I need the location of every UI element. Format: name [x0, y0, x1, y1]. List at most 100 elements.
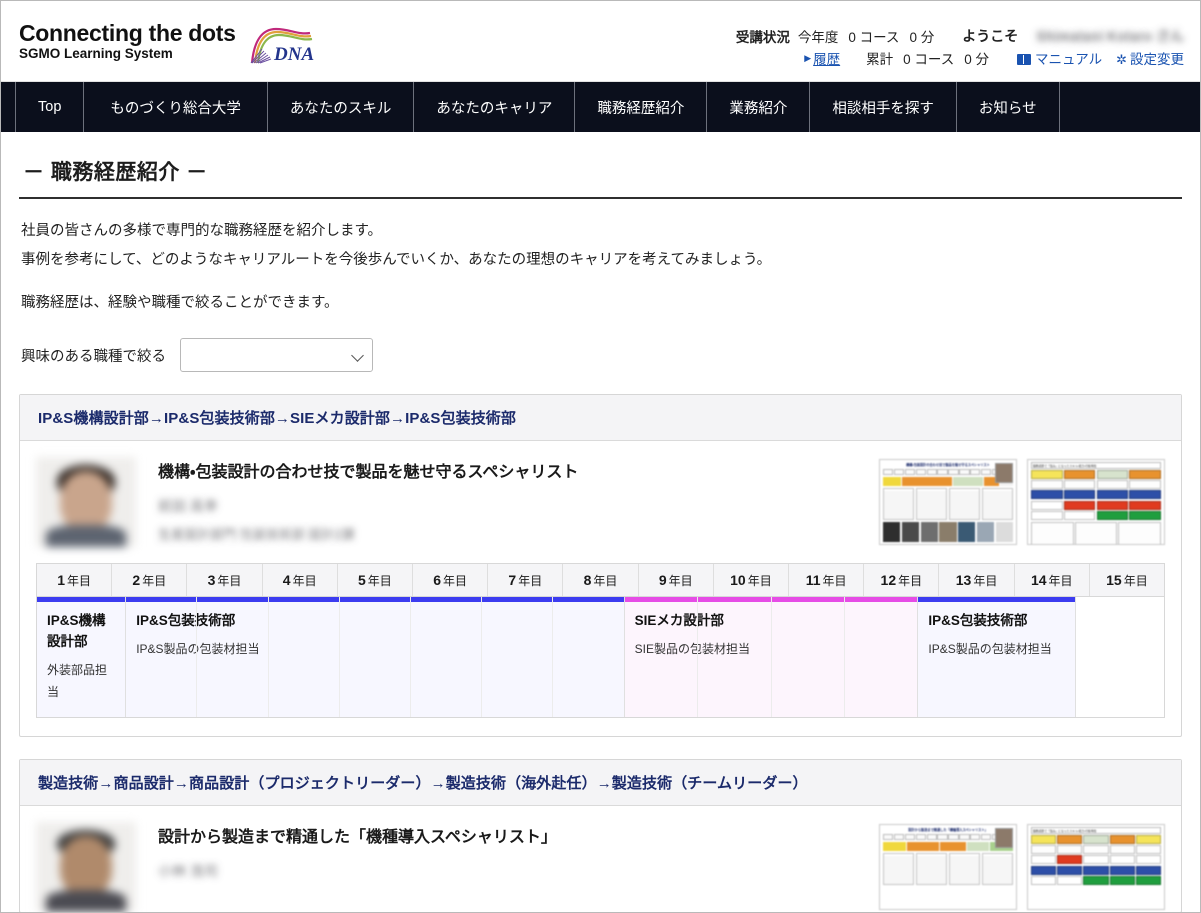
career-card: 製造技術→商品設計→商品設計（プロジェクトリーダー）→製造技術（海外赴任）→製造…	[19, 759, 1182, 912]
skills-sheet-thumbnail[interactable]: 職務経歴で「強み」になったスキル・能力・行動特性	[1027, 459, 1165, 545]
profile-block: 設計から製造まで精通した「機種導入スペシャリスト」 小林 浩司	[136, 822, 879, 881]
thumbnail-matrix-row-3	[1031, 855, 1161, 865]
nav-label: Top	[38, 99, 62, 115]
timeline-segment[interactable]: IP&S包装技術部 IP&S製品の包装材担当	[917, 597, 1075, 717]
thumbnail-matrix-row-5	[1031, 510, 1161, 520]
timeline-segment[interactable]: IP&S包装技術部 IP&S製品の包装材担当	[125, 597, 624, 717]
triangle-right-icon: ▶	[804, 52, 812, 63]
thumbnail-matrix-title: 職務経歴で「強み」になったスキル・能力・行動特性	[1031, 827, 1161, 834]
filter-row: 興味のある職種で絞る	[19, 338, 1182, 372]
brand-logo[interactable]: Connecting the dots SGMO Learning System…	[19, 21, 322, 65]
nav-your-career[interactable]: あなたのキャリア	[413, 82, 574, 132]
segment-title: IP&S包装技術部	[136, 613, 236, 628]
year-number: 10	[730, 572, 746, 588]
career-route-title[interactable]: 製造技術→商品設計→商品設計（プロジェクトリーダー）→製造技術（海外赴任）→製造…	[20, 760, 1181, 806]
timeline-year-cell: 1 年目	[37, 564, 111, 596]
description-line-1: 社員の皆さんの多様で専門的な職務経歴を紹介します。	[21, 223, 383, 239]
thumbnail-bars	[883, 476, 1013, 486]
job-type-filter-select[interactable]	[180, 338, 373, 372]
segment-color-bar	[126, 597, 624, 602]
nav-top[interactable]: Top	[15, 82, 83, 132]
year-unit: 年目	[1123, 574, 1148, 588]
status-year-courses: 0 コース	[848, 30, 900, 45]
segment-title: IP&S機構設計部	[47, 613, 106, 649]
segment-description: IP&S製品の包装材担当	[928, 642, 1052, 656]
thumbnail-text-grid	[883, 487, 1013, 520]
year-unit: 年目	[747, 574, 772, 588]
nav-career-history[interactable]: 職務経歴紹介	[574, 82, 706, 132]
year-unit: 年目	[217, 574, 242, 588]
career-card-body: 設計から製造まで精通した「機種導入スペシャリスト」 小林 浩司 設計から製造まで…	[20, 806, 1181, 912]
year-number: 1	[57, 572, 65, 588]
year-number: 12	[880, 572, 897, 588]
career-card: IP&S機構設計部→IP&S包装技術部→SIEメカ設計部→IP&S包装技術部 機…	[19, 394, 1182, 737]
year-number: 13	[955, 572, 972, 588]
settings-link-wrap[interactable]: ✲ 設定変更	[1116, 48, 1184, 68]
segment-description: SIE製品の包装材担当	[634, 642, 750, 656]
segment-color-bar	[624, 597, 918, 602]
thumbnail-group: 機構・包装設計の合わせ技で製品を魅せ守るスペシャリスト 職務経歴で「強み」になっ…	[879, 457, 1165, 545]
year-number: 6	[433, 572, 441, 588]
avatar-body	[46, 525, 126, 547]
year-unit: 年目	[898, 574, 923, 588]
thumbnail-year-strip	[883, 469, 1014, 475]
avatar-face	[60, 836, 112, 896]
thumbnail-portrait	[995, 828, 1013, 848]
year-unit: 年目	[292, 574, 317, 588]
thumbnail-matrix-row-3	[1031, 490, 1161, 500]
career-card-body: 機構・包装設計の合わせ技で製品を魅せ守るスペシャリスト 前田 高幸 生産設計部門…	[20, 441, 1181, 547]
nav-monozukuri[interactable]: ものづくり総合大学	[83, 82, 267, 132]
year-unit: 年目	[593, 574, 618, 588]
history-link[interactable]: 履歴	[813, 48, 840, 68]
segment-color-bar	[37, 597, 126, 602]
timeline-year-cell: 3 年目	[186, 564, 261, 596]
avatar	[36, 822, 136, 912]
brand-line2: SGMO Learning System	[19, 46, 173, 61]
profile-title: 設計から製造まで精通した「機種導入スペシャリスト」	[158, 829, 557, 846]
year-unit: 年目	[66, 574, 91, 588]
thumbnail-photo-row	[883, 521, 1013, 542]
timeline-year-cell: 4 年目	[261, 564, 337, 596]
career-sheet-thumbnail[interactable]: 設計から製造まで精通した「機種導入スペシャリスト」	[879, 824, 1017, 910]
career-sheet-thumbnail[interactable]: 機構・包装設計の合わせ技で製品を魅せ守るスペシャリスト	[879, 459, 1017, 545]
timeline-segment[interactable]: IP&S機構設計部 外装部品担当	[37, 597, 126, 717]
status-period-total: 累計	[866, 52, 894, 67]
status-period-year: 今年度	[797, 30, 839, 45]
brand-line1: Connecting the dots	[19, 20, 236, 46]
timeline-year-cell: 7 年目	[487, 564, 562, 596]
nav-notices[interactable]: お知らせ	[955, 82, 1060, 132]
career-route-title[interactable]: IP&S機構設計部→IP&S包装技術部→SIEメカ設計部→IP&S包装技術部	[20, 395, 1181, 441]
profile-department: 生産設計部門 包装技術部 設計2課	[158, 527, 355, 542]
career-timeline: 1 年目 2 年目 3 年目 4 年目 5 年目 6 年目 7 年目 8 年目 9 年目 10 年目…	[36, 563, 1165, 718]
avatar-body	[46, 890, 126, 912]
timeline-segment[interactable]: SIEメカ設計部 SIE製品の包装材担当	[623, 597, 918, 717]
timeline-year-cell: 11 年目	[788, 564, 863, 596]
brand-text: Connecting the dots SGMO Learning System	[19, 21, 236, 62]
manual-link-wrap[interactable]: マニュアル	[1016, 48, 1102, 68]
page-root: Connecting the dots SGMO Learning System…	[0, 0, 1201, 913]
thumbnail-matrix-row-1	[1031, 470, 1161, 479]
nav-find-advisor[interactable]: 相談相手を探す	[809, 82, 956, 132]
gear-icon: ✲	[1116, 52, 1127, 67]
year-unit: 年目	[668, 574, 693, 588]
thumbnail-group: 設計から製造まで精通した「機種導入スペシャリスト」 職務経歴で「強み」になったス…	[879, 822, 1165, 910]
thumbnail-matrix-notes	[1031, 521, 1161, 544]
skills-sheet-thumbnail[interactable]: 職務経歴で「強み」になったスキル・能力・行動特性	[1027, 824, 1165, 910]
nav-your-skill[interactable]: あなたのスキル	[266, 82, 414, 132]
thumbnail-portrait	[995, 463, 1013, 483]
year-number: 3	[207, 572, 216, 588]
nav-job-intro[interactable]: 業務紹介	[706, 82, 809, 132]
timeline-year-cell: 8 年目	[562, 564, 637, 596]
year-unit: 年目	[142, 574, 167, 588]
description-line-2: 事例を参考にして、どのようなキャリアルートを今後歩んでいくか、あなたの理想のキャ…	[21, 252, 772, 268]
nav-label: 業務紹介	[729, 100, 788, 117]
year-unit: 年目	[973, 574, 998, 588]
title-divider	[19, 197, 1182, 199]
year-number: 2	[132, 572, 141, 588]
thumbnail-matrix-row-2	[1031, 845, 1161, 855]
settings-link[interactable]: 設定変更	[1130, 52, 1184, 67]
thumbnail-matrix-row-5	[1031, 875, 1161, 885]
manual-link[interactable]: マニュアル	[1035, 52, 1102, 67]
nav-label: あなたのキャリア	[436, 100, 553, 117]
